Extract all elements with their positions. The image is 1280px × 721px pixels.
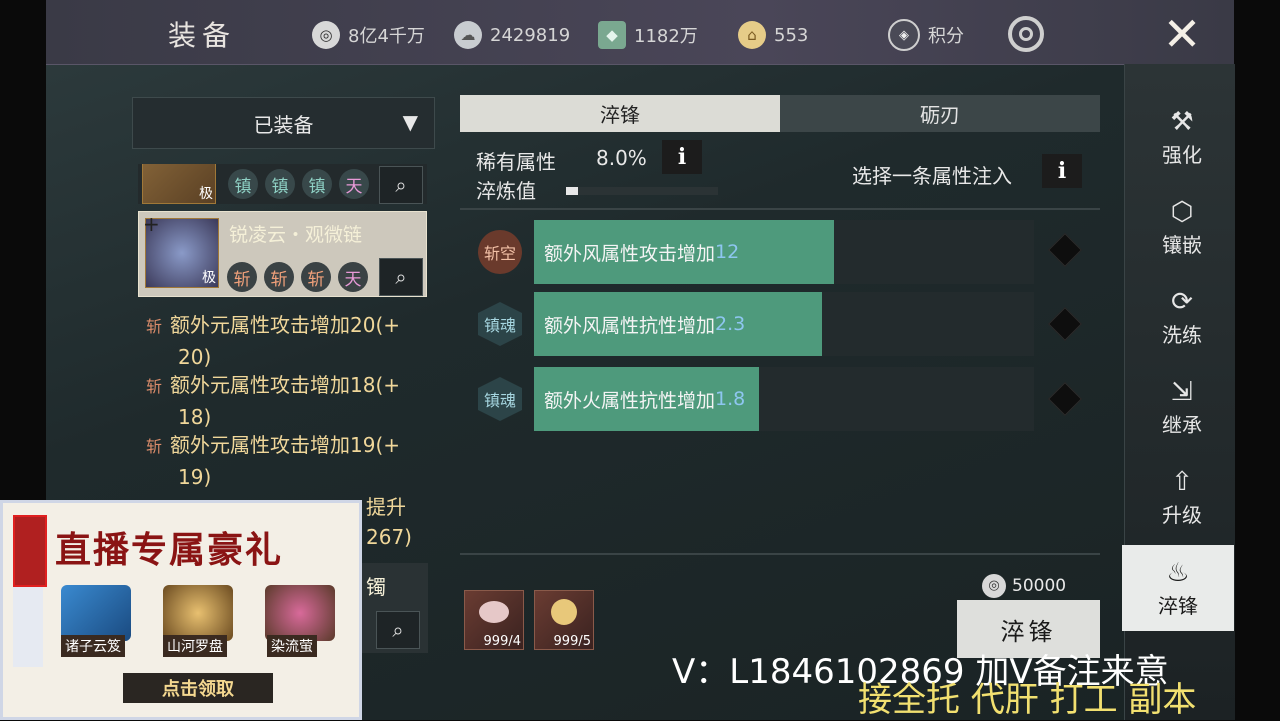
nav-inherit[interactable]: ⇲ 继承 — [1132, 364, 1232, 450]
points-button[interactable]: ◈ 积分 — [888, 19, 964, 51]
scroll-icon — [61, 585, 131, 641]
attribute-row[interactable]: 镇魂 额外火属性抗性增加 1.8 — [460, 367, 1034, 433]
resource-jade: ◆ 1182万 — [598, 20, 698, 50]
tab-temper[interactable]: 淬锋 — [460, 95, 780, 132]
shield-icon: ◈ — [888, 19, 920, 51]
nav-refine[interactable]: ⟳ 洗练 — [1132, 274, 1232, 360]
claim-button[interactable]: 点击领取 — [123, 673, 273, 703]
attribute-badge: 斩空 — [478, 230, 522, 274]
attribute-line: 斩额外元属性攻击增加18(+ 18) — [146, 373, 401, 429]
gold-ingot-icon: ⌂ — [738, 21, 766, 49]
attribute-line-partial: 提升 267) — [366, 495, 412, 549]
attribute-badge: 镇魂 — [478, 377, 522, 421]
nav-temper[interactable]: ♨ 淬锋 — [1122, 545, 1234, 631]
stream-gift-overlay[interactable]: 直播专属豪礼 诸子云笈 山河罗盘 染流萤 点击领取 — [0, 500, 362, 720]
inherit-icon: ⇲ — [1171, 376, 1193, 407]
info-icon[interactable]: i — [1042, 154, 1082, 188]
socket-chip: 斩 — [227, 262, 257, 292]
attribute-row[interactable]: 镇魂 额外风属性抗性增加 2.3 — [460, 292, 1034, 358]
refresh-icon: ⟳ — [1171, 286, 1193, 317]
material-slot[interactable]: 999/5 — [534, 590, 594, 650]
equip-item-selected[interactable]: 极 + 锐凌云・观微链 斩 斩 斩 天 ⌕ — [138, 211, 427, 297]
rare-attr-value: 8.0% — [596, 146, 647, 170]
search-icon[interactable]: ⌕ — [379, 166, 423, 204]
attribute-line: 斩额外元属性攻击增加20(+ 20) — [146, 313, 401, 369]
info-icon[interactable]: i — [662, 140, 702, 174]
chevron-down-icon: ▼ — [402, 110, 418, 134]
row-label: 额外火属性抗性增加 1.8 — [544, 388, 746, 412]
stone-icon — [479, 601, 509, 623]
search-icon[interactable]: ⌕ — [379, 258, 423, 296]
settings-gear-icon[interactable] — [1008, 16, 1044, 52]
gem-icon: ⬡ — [1170, 196, 1194, 227]
socket-chip: 斩 — [301, 262, 331, 292]
item-thumbnail: 极 — [142, 164, 216, 204]
socket-chip: 天 — [338, 262, 368, 292]
resource-silver: ☁ 2429819 — [454, 20, 570, 50]
attribute-badge: 镇魂 — [478, 302, 522, 346]
socket-chip: 斩 — [264, 262, 294, 292]
row-label: 额外风属性攻击增加 12 — [544, 241, 740, 265]
gift-label: 染流萤 — [267, 635, 317, 657]
socket-chip: 镇 — [265, 169, 295, 199]
hammer-icon: ⚒ — [1170, 106, 1194, 137]
rare-attr-label: 稀有属性 — [476, 150, 556, 174]
gift-label: 诸子云笈 — [61, 635, 125, 657]
nav-upgrade[interactable]: ⇧ 升级 — [1132, 454, 1232, 540]
temper-icon: ♨ — [1166, 557, 1190, 588]
resource-gold: ⌂ 553 — [738, 20, 808, 50]
ad-title: 直播专属豪礼 — [55, 529, 284, 571]
select-hint: 选择一条属性注入 — [852, 164, 1012, 188]
socket-chip: 天 — [339, 169, 369, 199]
nav-strengthen[interactable]: ⚒ 强化 — [1132, 94, 1232, 180]
temper-progress-fill — [566, 187, 579, 195]
cost: ◎ 50000 — [982, 574, 1066, 598]
coin-icon: ◎ — [312, 21, 340, 49]
equip-item-partial[interactable]: 镯 ⌕ — [362, 563, 428, 653]
attribute-row[interactable]: 斩空 额外风属性攻击增加 12 — [460, 220, 1034, 286]
tab-sharpen[interactable]: 砺刃 — [780, 95, 1100, 132]
upgrade-icon: ⇧ — [1171, 466, 1193, 497]
watermark-line2: 接全托 代肝 打工 副本 — [858, 680, 1197, 720]
temper-label: 淬炼值 — [476, 179, 536, 203]
coin-icon: ◎ — [982, 574, 1006, 598]
search-icon[interactable]: ⌕ — [376, 611, 420, 649]
jade-icon: ◆ — [598, 21, 626, 49]
orb-icon — [551, 599, 577, 625]
compass-icon — [163, 585, 233, 641]
silver-ingot-icon: ☁ — [454, 21, 482, 49]
socket-chip: 镇 — [302, 169, 332, 199]
page-title: 装备 — [168, 19, 237, 52]
gift-label: 山河罗盘 — [163, 635, 227, 657]
ad-side-tab[interactable] — [13, 515, 47, 587]
socket-chip: 镇 — [228, 169, 258, 199]
material-slot[interactable]: 999/4 — [464, 590, 524, 650]
close-icon[interactable]: ✕ — [1154, 7, 1210, 61]
ad-side-tab[interactable] — [13, 587, 43, 667]
divider — [460, 553, 1100, 555]
divider — [460, 208, 1100, 210]
attribute-line: 斩额外元属性攻击增加19(+ 19) — [146, 433, 401, 489]
temper-progress-track — [566, 187, 718, 195]
equipped-dropdown[interactable]: 已装备 ▼ — [132, 97, 435, 149]
resource-coin: ◎ 8亿4千万 — [312, 20, 425, 50]
item-name: 锐凌云・观微链 — [229, 224, 363, 246]
dye-icon — [265, 585, 335, 641]
row-label: 额外风属性抗性增加 2.3 — [544, 313, 746, 337]
equip-item-1[interactable]: 极 镇 镇 镇 天 ⌕ — [138, 164, 427, 204]
nav-inlay[interactable]: ⬡ 镶嵌 — [1132, 184, 1232, 270]
